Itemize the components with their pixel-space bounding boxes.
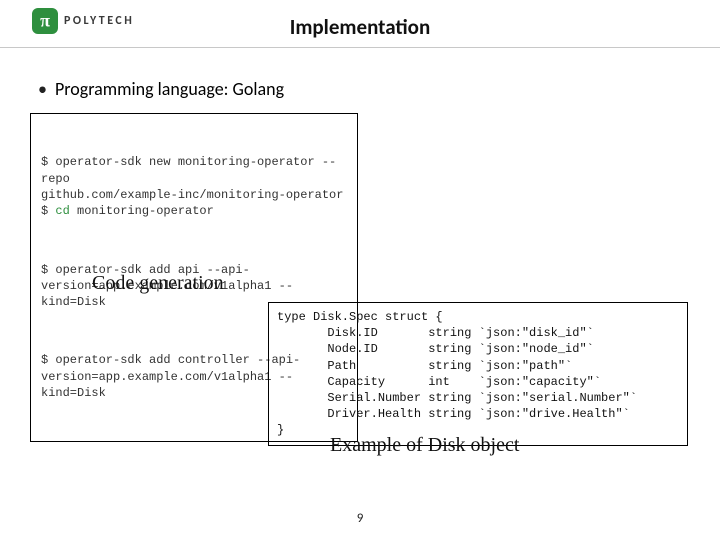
code-line: version=app.example.com/v1alpha1 --kind=… [41,370,293,400]
bullet-item: • Programming language: Golang [38,78,284,100]
title-divider [0,47,720,48]
bullet-text: Programming language: Golang [55,78,284,100]
page-title: Implementation [0,14,720,40]
code-line: Driver.Health string `json:"drive.Health… [277,407,630,421]
code-line: github.com/example-inc/monitoring-operat… [41,188,343,202]
slide: π POLYTECH Implementation • Programming … [0,0,720,540]
bullet-icon: • [38,80,47,98]
code-line: Path string `json:"path"` [277,359,572,373]
disk-object-caption: Example of Disk object [330,434,519,457]
code-line: type Disk.Spec struct { [277,310,443,324]
code-line: Node.ID string `json:"node_id"` [277,342,594,356]
code-line: $ operator-sdk new monitoring-operator -… [41,155,336,185]
disk-struct-snippet: type Disk.Spec struct { Disk.ID string `… [268,302,688,446]
code-line: monitoring-operator [70,204,214,218]
code-generation-caption: Code generation [92,272,224,295]
code-line: Serial.Number string `json:"serial.Numbe… [277,391,637,405]
code-line: $ [41,204,55,218]
code-line: Capacity int `json:"capacity"` [277,375,601,389]
code-line: Disk.ID string `json:"disk_id"` [277,326,594,340]
code-keyword-cd: cd [55,204,69,218]
code-line: } [277,423,284,437]
code-line: $ operator-sdk add controller --api- [41,353,300,367]
page-number: 9 [0,511,720,526]
